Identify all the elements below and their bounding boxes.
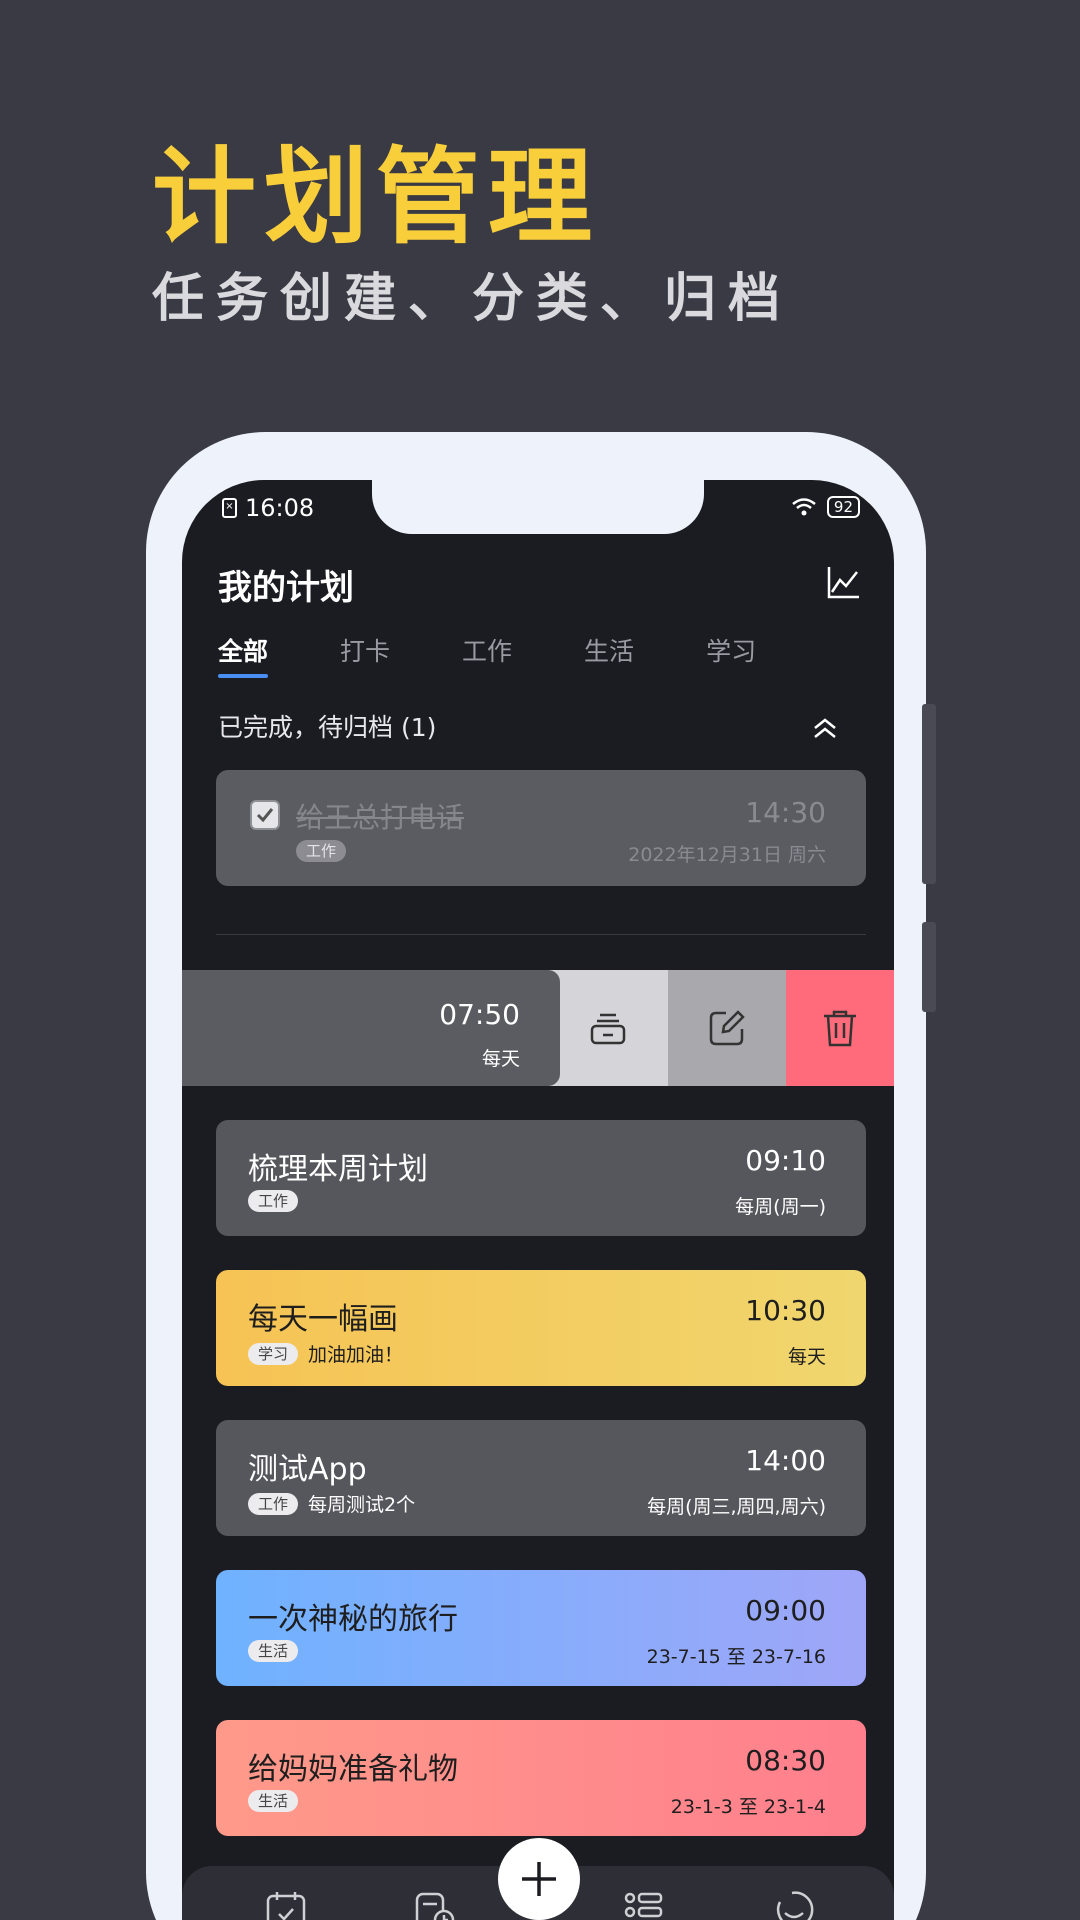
plan-tag: 生活 xyxy=(248,1790,299,1812)
plan-title: 给妈妈准备礼物 xyxy=(248,1752,458,1787)
swiped-plan-time: 07:50 xyxy=(439,998,520,1031)
plan-time: 08:30 xyxy=(745,1744,826,1777)
status-time-text: 16:08 xyxy=(245,494,315,522)
wifi-icon xyxy=(792,498,816,516)
add-plan-button[interactable] xyxy=(498,1838,580,1920)
plus-icon xyxy=(522,1862,556,1896)
completed-plan-title: 给王总打电话 xyxy=(296,801,465,834)
plan-repeat: 每天 xyxy=(787,1346,826,1368)
profile-smile-icon[interactable] xyxy=(772,1888,816,1920)
plan-time: 09:00 xyxy=(745,1594,826,1627)
status-right: 92 xyxy=(791,496,860,518)
plan-repeat: 23-1-3 至 23-1-4 xyxy=(670,1796,826,1818)
tab-checkin[interactable]: 打卡 xyxy=(340,632,390,678)
plan-clock-icon[interactable] xyxy=(412,1888,456,1920)
archive-icon xyxy=(590,1013,626,1045)
plan-note: 每周测试2个 xyxy=(308,1494,416,1516)
plan-tagline: 学习 加油加油！ xyxy=(248,1340,403,1367)
plan-card[interactable]: 给妈妈准备礼物 生活 08:30 23-1-3 至 23-1-4 xyxy=(216,1720,866,1836)
app-screen: × 16:08 92 我的计划 全部 打卡 工作 生活 学习 已完成，待归档 (… xyxy=(182,480,894,1920)
list-icon[interactable] xyxy=(622,1888,666,1920)
completed-plan-card[interactable]: 给王总打电话 工作 14:30 2022年12月31日 周六 xyxy=(216,770,866,886)
status-time: × 16:08 xyxy=(222,494,314,522)
plan-tag: 工作 xyxy=(296,840,347,862)
tab-study[interactable]: 学习 xyxy=(706,632,756,678)
plan-tagline: 生活 xyxy=(248,1640,299,1662)
divider xyxy=(216,934,866,935)
plan-tagline: 工作 xyxy=(248,1190,299,1212)
edit-button[interactable] xyxy=(668,970,786,1086)
plan-repeat: 每周(周一) xyxy=(735,1196,826,1218)
trash-icon xyxy=(824,1010,856,1047)
plan-card[interactable]: 每天一幅画 学习 加油加油！ 10:30 每天 xyxy=(216,1270,866,1386)
page-title: 我的计划 xyxy=(218,568,354,608)
plan-note: 加油加油！ xyxy=(308,1344,404,1366)
plan-card[interactable]: 梳理本周计划 工作 09:10 每周(周一) xyxy=(216,1120,866,1236)
plan-repeat: 每周(周三,周四,周六) xyxy=(647,1496,826,1518)
side-button xyxy=(922,922,936,1012)
completed-plan-date: 2022年12月31日 周六 xyxy=(628,844,826,866)
completed-checkbox[interactable] xyxy=(250,800,280,830)
plan-time: 09:10 xyxy=(745,1144,826,1177)
tab-all[interactable]: 全部 xyxy=(218,632,269,678)
plan-tagline: 工作 每周测试2个 xyxy=(248,1490,415,1517)
plan-title: 测试App xyxy=(248,1452,367,1487)
plan-title: 一次神秘的旅行 xyxy=(248,1602,458,1637)
plan-title: 梳理本周计划 xyxy=(248,1152,428,1187)
delete-button[interactable] xyxy=(786,970,894,1086)
completed-plan-time: 14:30 xyxy=(745,796,826,829)
swiped-plan-repeat: 每天 xyxy=(481,1048,520,1070)
notch xyxy=(372,480,704,534)
calendar-check-icon[interactable] xyxy=(264,1888,308,1920)
battery-indicator: 92 xyxy=(826,496,860,518)
plan-repeat: 23-7-15 至 23-7-16 xyxy=(646,1646,826,1668)
side-button xyxy=(922,704,936,884)
swiped-plan-row: 07:50 每天 xyxy=(182,970,894,1086)
plan-tag: 生活 xyxy=(248,1640,299,1662)
line-chart-icon[interactable] xyxy=(826,564,862,600)
promo-title: 计划管理 xyxy=(152,135,601,258)
plan-time: 14:00 xyxy=(745,1444,826,1477)
promo-subtitle: 任务创建、分类、归档 xyxy=(152,268,793,329)
tab-life[interactable]: 生活 xyxy=(584,632,634,678)
plan-time: 10:30 xyxy=(745,1294,826,1327)
plan-card[interactable]: 测试App 工作 每周测试2个 14:00 每周(周三,周四,周六) xyxy=(216,1420,866,1536)
swiped-plan-card[interactable]: 07:50 每天 xyxy=(182,970,560,1086)
plan-tag: 工作 xyxy=(248,1492,299,1515)
plan-card[interactable]: 一次神秘的旅行 生活 09:00 23-7-15 至 23-7-16 xyxy=(216,1570,866,1686)
completed-section-label: 已完成，待归档 (1) xyxy=(218,713,437,742)
tab-work[interactable]: 工作 xyxy=(462,632,512,678)
check-icon xyxy=(256,808,274,823)
category-tabs: 全部 打卡 工作 生活 学习 xyxy=(218,632,756,678)
plan-tag: 学习 xyxy=(248,1342,299,1365)
plan-tagline: 生活 xyxy=(248,1790,299,1812)
edit-icon xyxy=(709,1010,745,1046)
plan-tag: 工作 xyxy=(248,1190,299,1212)
chevron-up-double-icon[interactable] xyxy=(810,714,840,744)
archive-button[interactable] xyxy=(548,970,668,1086)
plan-title: 每天一幅画 xyxy=(248,1302,398,1337)
sim-icon: × xyxy=(222,498,237,518)
